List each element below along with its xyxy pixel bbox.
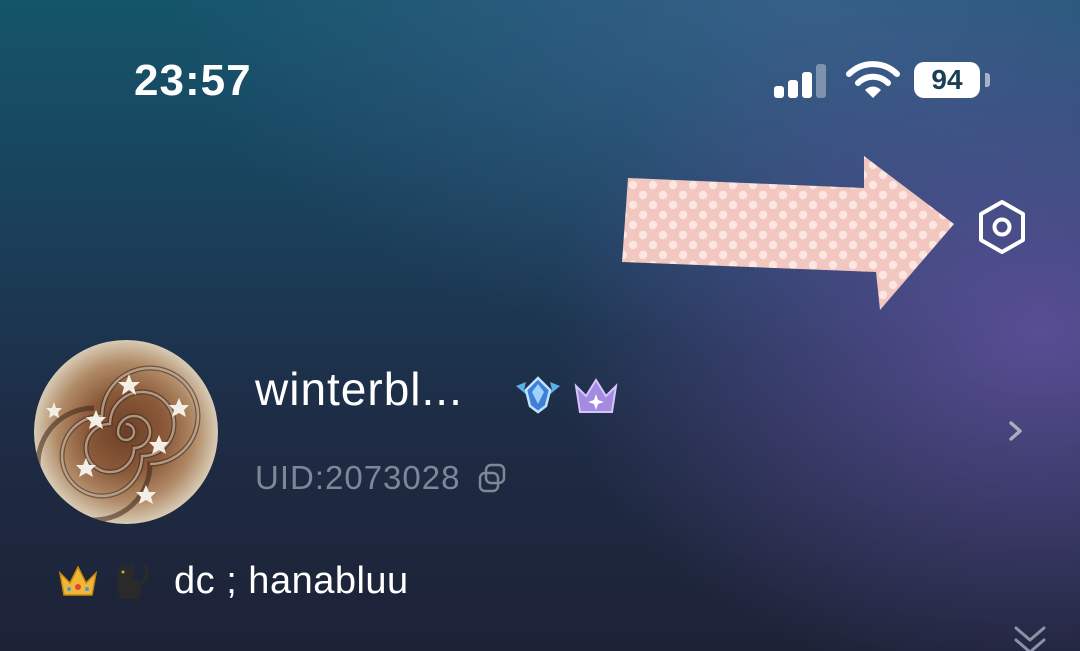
avatar[interactable]: [34, 340, 218, 524]
expand-chevron-icon[interactable]: [1010, 622, 1050, 651]
profile-screen: 23:57 94 winterbl... UID:2073028 dc ; ha…: [0, 0, 1080, 651]
battery-level: 94: [931, 64, 963, 95]
diamond-wings-badge: [516, 376, 560, 414]
hexagon-gear-icon: [979, 200, 1025, 254]
bio: dc ; hanabluu: [56, 556, 409, 606]
cinnamon-roll-avatar: [34, 340, 218, 524]
uid-text: UID:2073028: [255, 459, 461, 496]
chevron-right-icon[interactable]: [1004, 418, 1028, 444]
battery-tip: [985, 73, 990, 87]
bio-text: dc ; hanabluu: [174, 559, 409, 602]
username[interactable]: winterbl...: [255, 362, 463, 416]
uid-row: UID:2073028: [255, 458, 508, 498]
polka-dot-arrow-sticker: [622, 156, 954, 310]
battery-icon: 94: [914, 62, 980, 98]
purple-crown-badge: [574, 378, 618, 413]
signal-icon: [774, 62, 830, 98]
wifi-icon: [846, 61, 900, 98]
crown-emoji-icon: [58, 565, 98, 596]
status-bar: 23:57 94: [0, 0, 1080, 140]
settings-button[interactable]: [970, 195, 1034, 259]
black-cat-emoji-icon: [117, 563, 149, 599]
status-time: 23:57: [134, 56, 252, 105]
copy-icon[interactable]: [476, 462, 508, 494]
